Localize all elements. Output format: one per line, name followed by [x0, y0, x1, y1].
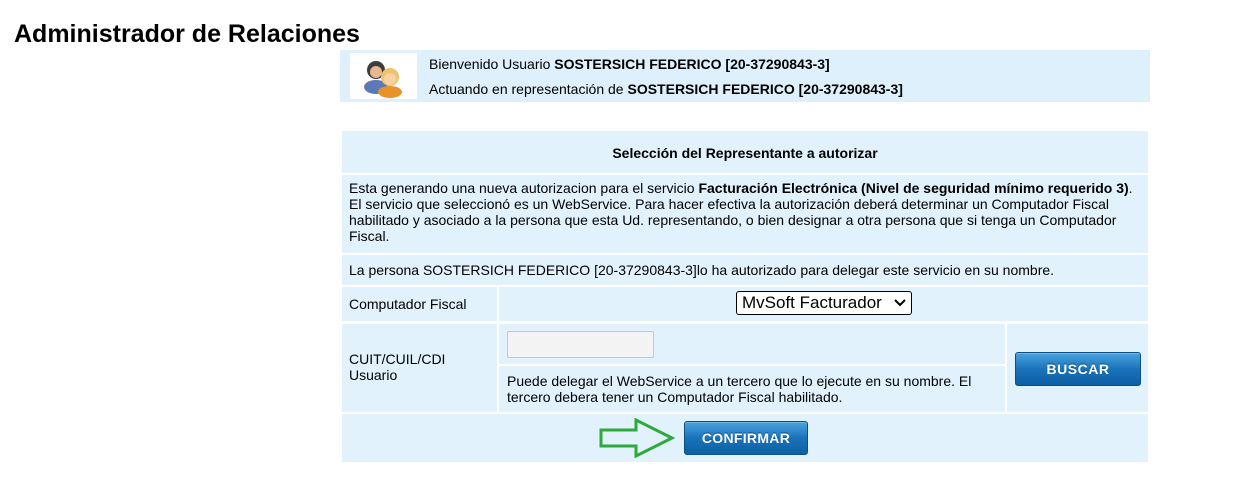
service-name: Facturación Electrónica (Nivel de seguri…	[698, 180, 1129, 196]
confirmar-button[interactable]: CONFIRMAR	[684, 421, 808, 455]
representation-line: Actuando en representación de SOSTERSICH…	[429, 81, 903, 97]
delegation-note: La persona SOSTERSICH FEDERICO [20-37290…	[342, 255, 1148, 285]
cuit-input-cell	[499, 324, 1005, 364]
cuit-input[interactable]	[507, 331, 654, 358]
computador-fiscal-select[interactable]: MvSoft Facturador	[736, 291, 912, 315]
welcome-user-line: Bienvenido Usuario SOSTERSICH FEDERICO […	[429, 56, 830, 72]
welcome-user-name: SOSTERSICH FEDERICO [20-37290843-3]	[554, 56, 830, 72]
authorization-panel: Selección del Representante a autorizar …	[340, 129, 1150, 464]
page-title: Administrador de Relaciones	[14, 20, 360, 48]
buscar-button[interactable]: BUSCAR	[1015, 352, 1141, 386]
cuit-label: CUIT/CUIL/CDI Usuario	[342, 324, 497, 412]
panel-header: Selección del Representante a autorizar	[342, 131, 1148, 173]
green-arrow-icon	[598, 417, 676, 461]
chevron-down-icon	[894, 292, 906, 320]
intro-text: Esta generando una nueva autorizacion pa…	[342, 175, 1148, 253]
computador-fiscal-label: Computador Fiscal	[342, 287, 497, 321]
represented-user-name: SOSTERSICH FEDERICO [20-37290843-3]	[627, 81, 903, 97]
users-icon	[350, 53, 417, 99]
welcome-banner: Bienvenido Usuario SOSTERSICH FEDERICO […	[340, 50, 1150, 102]
buscar-cell: BUSCAR	[1007, 324, 1148, 412]
computador-fiscal-selected: MvSoft Facturador	[742, 293, 882, 312]
computador-fiscal-cell: MvSoft Facturador	[499, 287, 1148, 321]
cuit-help-text: Puede delegar el WebService a un tercero…	[499, 366, 1005, 412]
confirm-row: CONFIRMAR	[342, 414, 1148, 462]
